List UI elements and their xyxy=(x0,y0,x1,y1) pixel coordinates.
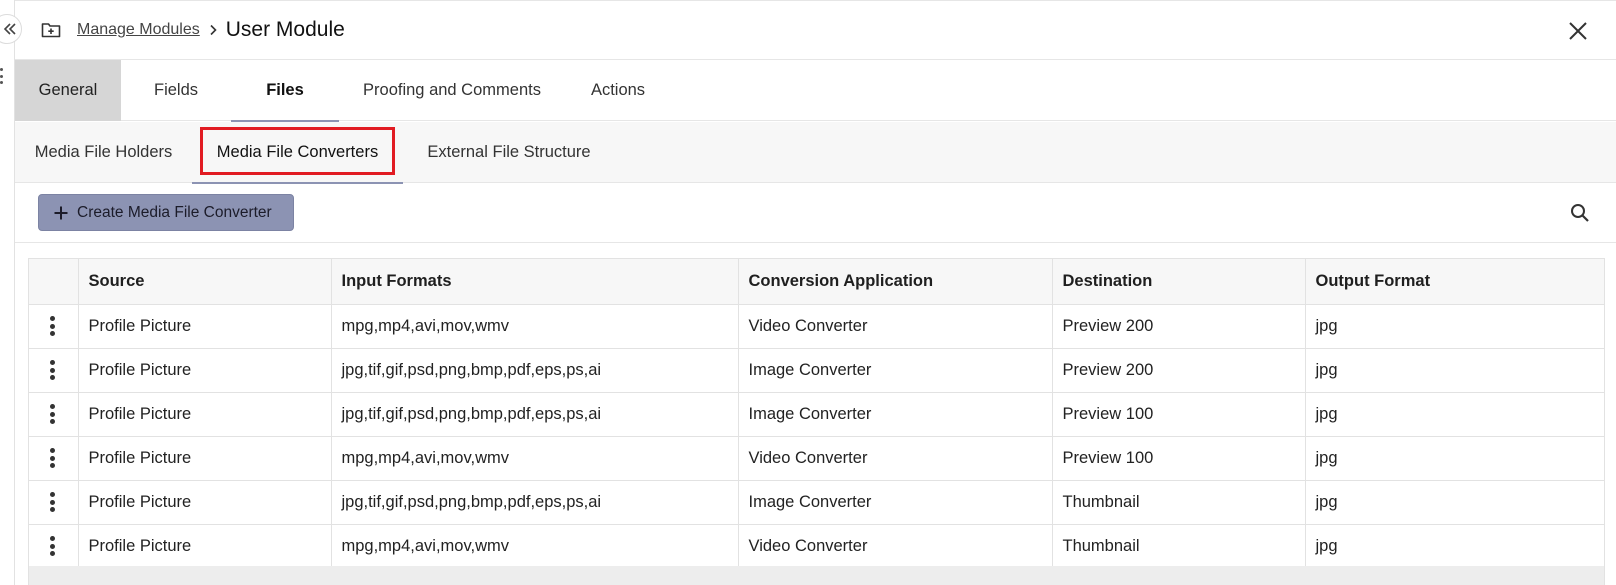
cell-source: Profile Picture xyxy=(78,524,332,569)
column-header-menu xyxy=(29,259,79,305)
tab-files[interactable]: Files xyxy=(231,60,339,122)
row-menu-button[interactable] xyxy=(29,348,79,393)
cell-source: Profile Picture xyxy=(78,436,332,481)
subtab-external-file-structure[interactable]: External File Structure xyxy=(403,122,615,183)
table-row[interactable]: Profile Picture mpg,mp4,avi,mov,wmv Vide… xyxy=(29,304,1604,349)
converters-table: Source Input Formats Conversion Applicat… xyxy=(28,258,1605,585)
row-menu-button[interactable] xyxy=(29,436,79,481)
create-button-label: Create Media File Converter xyxy=(77,203,272,221)
cell-conversion-application: Video Converter xyxy=(738,304,1053,349)
tab-fields[interactable]: Fields xyxy=(121,60,231,121)
column-header-source[interactable]: Source xyxy=(78,259,332,305)
row-menu-button[interactable] xyxy=(29,524,79,569)
cell-destination: Preview 100 xyxy=(1052,392,1306,437)
cell-output-format: jpg xyxy=(1305,524,1604,569)
breadcrumb-link-manage-modules[interactable]: Manage Modules xyxy=(77,21,200,39)
header: Manage Modules User Module xyxy=(15,0,1616,60)
cell-destination: Preview 200 xyxy=(1052,304,1306,349)
search-icon xyxy=(1571,204,1589,222)
search-button[interactable] xyxy=(1568,201,1592,225)
cell-output-format: jpg xyxy=(1305,348,1604,393)
cell-conversion-application: Image Converter xyxy=(738,348,1053,393)
tab-general[interactable]: General xyxy=(15,60,121,121)
table-row[interactable]: Profile Picture jpg,tif,gif,psd,png,bmp,… xyxy=(29,348,1604,393)
column-header-destination[interactable]: Destination xyxy=(1052,259,1306,305)
column-header-input-formats[interactable]: Input Formats xyxy=(331,259,739,305)
cell-source: Profile Picture xyxy=(78,304,332,349)
kebab-menu-icon xyxy=(50,404,56,424)
column-header-output-format[interactable]: Output Format xyxy=(1305,259,1604,305)
table-row[interactable]: Profile Picture mpg,mp4,avi,mov,wmv Vide… xyxy=(29,524,1604,569)
create-media-file-converter-button[interactable]: Create Media File Converter xyxy=(38,194,294,231)
table-footer xyxy=(29,566,1604,585)
toolbar: Create Media File Converter xyxy=(15,183,1616,243)
subtab-label: Media File Holders xyxy=(34,143,173,161)
table-row[interactable]: Profile Picture jpg,tif,gif,psd,png,bmp,… xyxy=(29,392,1604,437)
cell-source: Profile Picture xyxy=(78,348,332,393)
cell-input-formats: jpg,tif,gif,psd,png,bmp,pdf,eps,ps,ai xyxy=(331,348,739,393)
left-rail xyxy=(0,0,15,585)
close-button[interactable] xyxy=(1566,19,1590,43)
cell-output-format: jpg xyxy=(1305,480,1604,525)
cell-destination: Preview 100 xyxy=(1052,436,1306,481)
row-menu-button[interactable] xyxy=(29,304,79,349)
main-tabs: General Fields Files Proofing and Commen… xyxy=(15,60,1616,122)
cell-conversion-application: Video Converter xyxy=(738,436,1053,481)
cell-destination: Thumbnail xyxy=(1052,480,1306,525)
tab-proofing-and-comments[interactable]: Proofing and Comments xyxy=(339,60,565,121)
subtab-media-file-holders[interactable]: Media File Holders xyxy=(15,122,192,183)
sub-tabs: Media File Holders Media File Converters… xyxy=(15,122,1616,184)
table-header-row: Source Input Formats Conversion Applicat… xyxy=(29,259,1604,305)
kebab-menu-icon xyxy=(50,316,56,336)
kebab-menu-icon xyxy=(50,492,56,512)
cell-conversion-application: Image Converter xyxy=(738,480,1053,525)
close-icon xyxy=(1569,22,1587,40)
rail-handle-icon[interactable] xyxy=(0,68,4,84)
kebab-menu-icon xyxy=(50,448,56,468)
module-settings-page: Manage Modules User Module General Field… xyxy=(0,0,1616,585)
double-chevron-left-icon xyxy=(3,23,16,35)
tab-actions[interactable]: Actions xyxy=(565,60,671,121)
cell-conversion-application: Video Converter xyxy=(738,524,1053,569)
cell-input-formats: mpg,mp4,avi,mov,wmv xyxy=(331,436,739,481)
folder-plus-icon xyxy=(41,19,63,41)
table-row[interactable]: Profile Picture jpg,tif,gif,psd,png,bmp,… xyxy=(29,480,1604,525)
cell-conversion-application: Image Converter xyxy=(738,392,1053,437)
cell-output-format: jpg xyxy=(1305,304,1604,349)
page-title: User Module xyxy=(225,18,345,41)
subtab-label: External File Structure xyxy=(427,143,591,161)
cell-destination: Thumbnail xyxy=(1052,524,1306,569)
table-row[interactable]: Profile Picture mpg,mp4,avi,mov,wmv Vide… xyxy=(29,436,1604,481)
cell-output-format: jpg xyxy=(1305,436,1604,481)
row-menu-button[interactable] xyxy=(29,392,79,437)
cell-input-formats: mpg,mp4,avi,mov,wmv xyxy=(331,524,739,569)
cell-input-formats: jpg,tif,gif,psd,png,bmp,pdf,eps,ps,ai xyxy=(331,480,739,525)
cell-destination: Preview 200 xyxy=(1052,348,1306,393)
cell-source: Profile Picture xyxy=(78,392,332,437)
column-header-conversion-application[interactable]: Conversion Application xyxy=(738,259,1053,305)
row-menu-button[interactable] xyxy=(29,480,79,525)
subtab-media-file-converters[interactable]: Media File Converters xyxy=(192,122,403,184)
cell-input-formats: mpg,mp4,avi,mov,wmv xyxy=(331,304,739,349)
subtab-label: Media File Converters xyxy=(216,143,379,161)
breadcrumb: Manage Modules User Module xyxy=(77,18,345,42)
plus-icon xyxy=(53,205,69,221)
cell-input-formats: jpg,tif,gif,psd,png,bmp,pdf,eps,ps,ai xyxy=(331,392,739,437)
cell-output-format: jpg xyxy=(1305,392,1604,437)
cell-source: Profile Picture xyxy=(78,480,332,525)
chevron-right-icon xyxy=(208,24,218,36)
kebab-menu-icon xyxy=(50,536,56,556)
kebab-menu-icon xyxy=(50,360,56,380)
